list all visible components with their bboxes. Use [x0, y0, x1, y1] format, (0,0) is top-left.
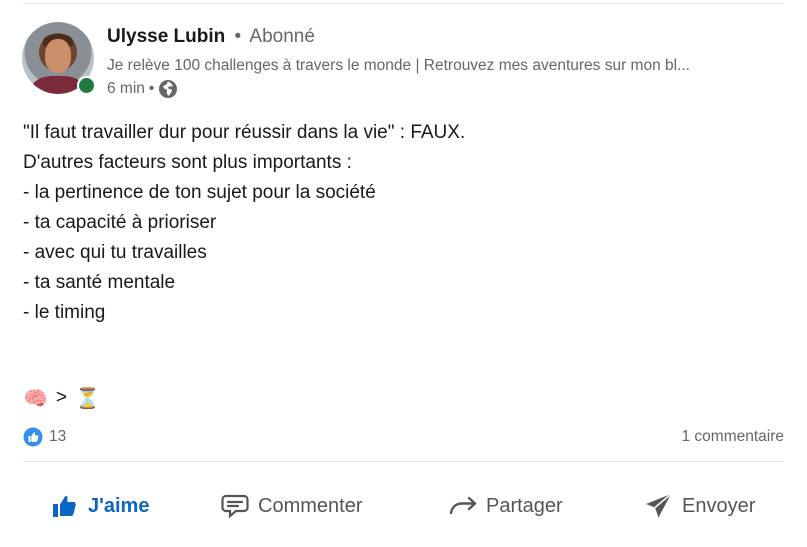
like-label: J'aime [88, 494, 150, 517]
send-label: Envoyer [682, 494, 756, 517]
comment-label: Commenter [258, 494, 363, 517]
share-label: Partager [486, 494, 563, 517]
hourglass-emoji: ⏳ [75, 386, 100, 410]
author-headline: Je relève 100 challenges à travers le mo… [107, 57, 690, 74]
author-separator: • [234, 26, 242, 47]
post-line: - ta capacité à prioriser [23, 212, 217, 233]
social-actions-bar: J'aime Commenter Partager Envoyer [0, 476, 807, 536]
social-counts: 13 1 commentaire [23, 425, 784, 449]
post-line: - avec qui tu travailles [23, 242, 207, 263]
greater-than: > [55, 387, 68, 408]
comment-icon [221, 494, 249, 519]
like-reaction-icon [23, 427, 43, 447]
post-line: D'autres facteurs sont plus importants : [23, 152, 352, 173]
thumbs-up-icon [53, 495, 76, 517]
share-button[interactable]: Partager [448, 476, 563, 536]
author-name[interactable]: Ulysse Lubin [107, 26, 225, 47]
author-line: Ulysse Lubin • Abonné [107, 26, 315, 48]
post-line: - ta santé mentale [23, 272, 176, 293]
avatar-face [45, 39, 71, 73]
follow-status: Abonné [249, 26, 315, 47]
post-line: "Il faut travailler dur pour réussir dan… [23, 122, 466, 143]
emoji-line: 🧠 > ⏳ [23, 386, 100, 410]
post-body: "Il faut travailler dur pour réussir dan… [23, 118, 465, 328]
post-time: 6 min [107, 80, 145, 97]
comment-button[interactable]: Commenter [220, 476, 362, 536]
globe-icon [159, 80, 178, 98]
top-divider [23, 3, 784, 4]
reactions-count: 13 [49, 428, 67, 445]
post-line: - la pertinence de ton sujet pour la soc… [23, 182, 376, 203]
post-line: - le timing [23, 302, 106, 323]
actions-divider [23, 461, 784, 462]
post-meta: 6 min • [107, 79, 178, 99]
share-arrow-icon [449, 496, 477, 515]
meta-separator: • [148, 80, 155, 97]
send-button[interactable]: Envoyer [644, 476, 755, 536]
brain-emoji: 🧠 [23, 386, 48, 410]
comments-count[interactable]: 1 commentaire [681, 428, 784, 446]
send-plane-icon [646, 493, 672, 518]
reactions-summary[interactable]: 13 [23, 427, 66, 447]
online-status-indicator [77, 76, 96, 95]
like-button[interactable]: J'aime [50, 476, 149, 536]
